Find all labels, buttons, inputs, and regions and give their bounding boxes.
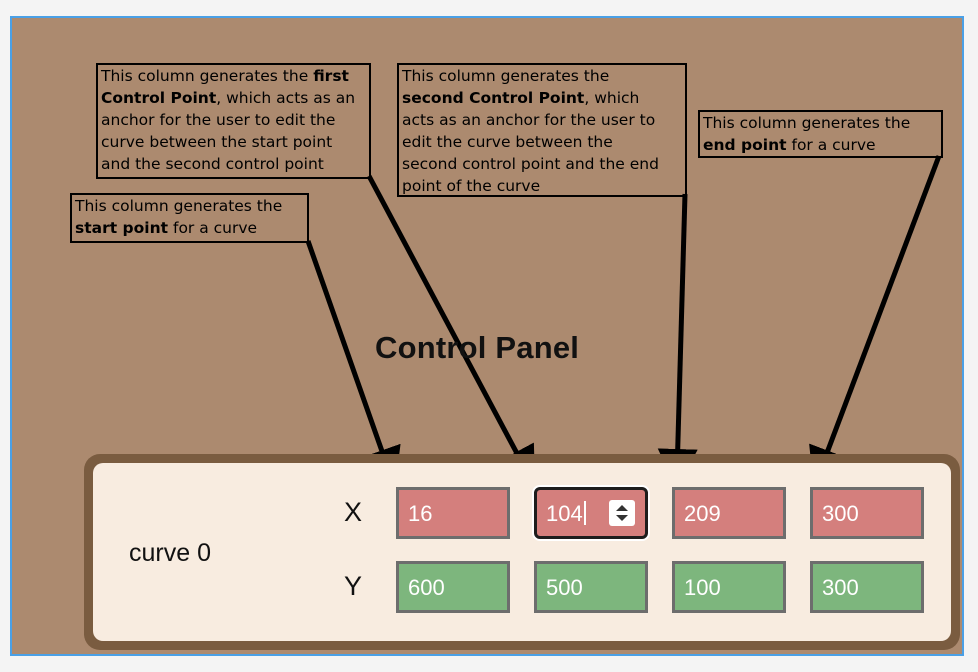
end-point-y-input[interactable]: 300 bbox=[810, 561, 924, 613]
arrow-second-control-point bbox=[657, 193, 698, 489]
start-point-y-input[interactable]: 600 bbox=[396, 561, 510, 613]
start-point-x-input[interactable]: 16 bbox=[396, 487, 510, 539]
y-axis-label: Y bbox=[344, 571, 363, 601]
control-point-2-y-input[interactable]: 100 bbox=[672, 561, 786, 613]
control-point-2-x-input[interactable]: 209 bbox=[672, 487, 786, 539]
control-panel: curve 0 X Y 16 104 209 300 600 500 100 3… bbox=[84, 454, 960, 650]
canvas-frame: This column generates the start point fo… bbox=[10, 16, 964, 656]
number-spinner[interactable] bbox=[609, 500, 635, 526]
text-cursor bbox=[583, 501, 586, 525]
spinner-arrows-icon bbox=[616, 505, 628, 521]
arrow-end-point bbox=[809, 155, 942, 489]
curve-label: curve 0 bbox=[129, 539, 211, 567]
x-axis-label: X bbox=[344, 497, 363, 527]
control-point-1-y-input[interactable]: 500 bbox=[534, 561, 648, 613]
end-point-x-input[interactable]: 300 bbox=[810, 487, 924, 539]
control-panel-body: curve 0 X Y 16 104 209 300 600 500 100 3… bbox=[93, 463, 951, 641]
control-point-1-x-input[interactable]: 104 bbox=[534, 487, 648, 539]
arrow-first-control-point bbox=[366, 174, 536, 488]
page-title: Control Panel bbox=[375, 330, 580, 365]
